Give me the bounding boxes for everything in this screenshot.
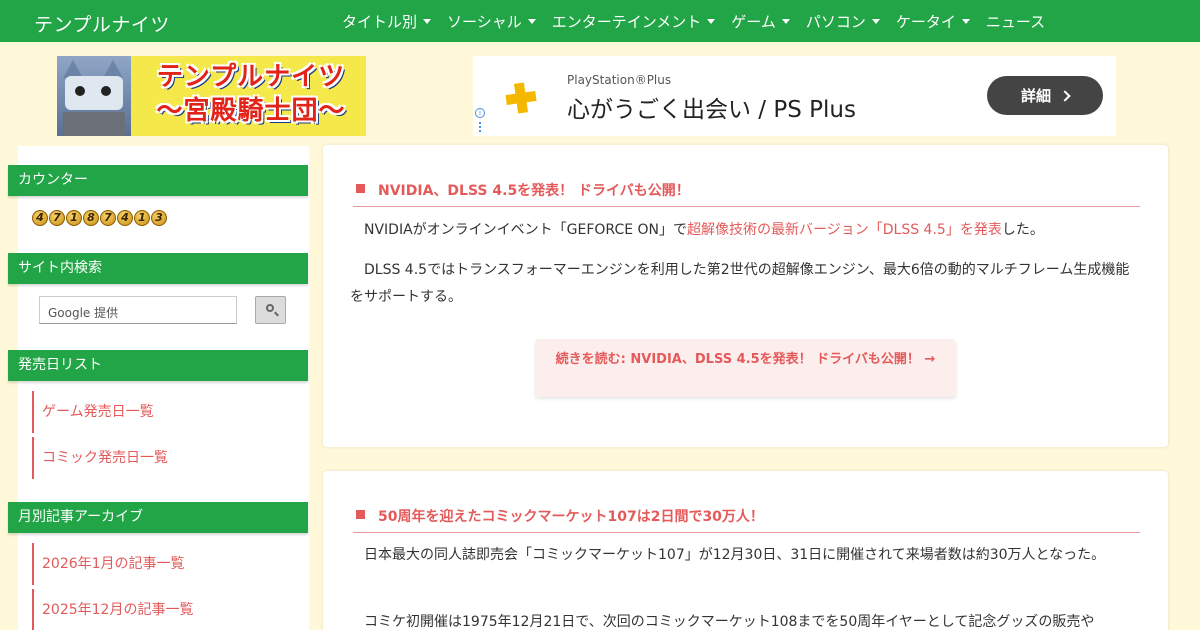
robot-face	[65, 76, 123, 110]
nav-item-entertainment[interactable]: エンターテインメント	[552, 11, 716, 32]
robot-mascot-image	[57, 56, 131, 136]
chevron-down-icon	[527, 19, 536, 24]
chevron-down-icon	[961, 19, 970, 24]
link-game-release[interactable]: ゲーム発売日一覧	[32, 391, 302, 433]
nav-item-game[interactable]: ゲーム	[731, 11, 790, 32]
search-button[interactable]	[255, 296, 286, 324]
ad-info-icon[interactable]: i	[475, 108, 485, 118]
nav-label: ソーシャル	[447, 13, 522, 31]
paragraph-text: NVIDIAがオンラインイベント「GEFORCE ON」で	[364, 222, 688, 238]
chevron-down-icon	[423, 19, 432, 24]
nav-item-social[interactable]: ソーシャル	[447, 11, 536, 32]
ps-plus-icon	[505, 82, 537, 114]
widget-title-archive: 月別記事アーカイブ	[8, 502, 308, 533]
article-heading: 50周年を迎えたコミックマーケット107は2日間で30万人！	[353, 503, 1140, 533]
nav-label: エンターテインメント	[551, 13, 702, 31]
article-link[interactable]: 超解像技術の最新バージョン「DLSS 4.5」を発表	[687, 222, 1002, 238]
sidebar: カウンター 4 7 1 8 7 4 1 3 サイト内検索 Google 提供 発…	[8, 146, 309, 630]
counter-digit: 4	[32, 210, 48, 226]
ad-menu-icon[interactable]	[479, 122, 481, 132]
search-placeholder: Google 提供	[48, 306, 119, 320]
logo-line-1: テンプルナイツ	[156, 62, 346, 92]
nav-label: パソコン	[805, 13, 866, 31]
logo-line-2: 〜宮殿騎士団〜	[156, 96, 346, 126]
main-nav: タイトル別 ソーシャル エンターテインメント ゲーム パソコン ケータイ ニュー…	[342, 11, 1045, 32]
link-comic-release[interactable]: コミック発売日一覧	[32, 437, 302, 479]
counter-digit: 7	[49, 210, 65, 226]
robot-eye	[75, 86, 85, 96]
chevron-right-icon	[1059, 89, 1071, 102]
logo-text: テンプルナイツ 〜宮殿騎士団〜	[139, 60, 363, 128]
search-input[interactable]: Google 提供	[39, 296, 237, 324]
paragraph-text: した。	[1001, 222, 1044, 238]
counter-digit: 3	[151, 210, 167, 226]
ad-title: 心がうごく出会い / PS Plus	[567, 97, 856, 123]
nav-label: ニュース	[985, 13, 1046, 31]
widget-title-release: 発売日リスト	[8, 350, 308, 381]
chevron-down-icon	[871, 19, 880, 24]
nav-label: ゲーム	[731, 13, 776, 31]
counter-digit: 1	[134, 210, 150, 226]
counter-digit: 1	[66, 210, 82, 226]
article-title[interactable]: 50周年を迎えたコミックマーケット107は2日間で30万人！	[378, 506, 764, 526]
article-paragraph: コミケ初開催は1975年12月21日で、次回のコミックマーケット108までを50…	[364, 614, 1095, 630]
article-heading: NVIDIA、DLSS 4.5を発表！ ドライバも公開！	[353, 177, 1140, 207]
link-archive-2026-01[interactable]: 2026年1月の記事一覧	[32, 543, 302, 585]
nav-item-title[interactable]: タイトル別	[342, 11, 432, 32]
counter-digit: 4	[117, 210, 133, 226]
visitor-counter: 4 7 1 8 7 4 1 3	[32, 210, 167, 226]
ad-details-button[interactable]: 詳細	[987, 76, 1103, 115]
search-icon	[266, 304, 274, 312]
nav-item-mobile[interactable]: ケータイ	[896, 11, 970, 32]
article-paragraph: 日本最大の同人誌即売会「コミックマーケット107」が12月30日、31日に開催さ…	[364, 547, 1106, 563]
search-icon-handle	[274, 311, 279, 317]
site-logo-banner[interactable]: テンプルナイツ 〜宮殿騎士団〜	[57, 56, 366, 136]
chevron-down-icon	[781, 19, 790, 24]
bullet-icon	[356, 510, 365, 519]
article-paragraph: DLSS 4.5ではトランスフォーマーエンジンを利用した第2世代の超解像エンジン…	[350, 262, 1130, 305]
nav-label: タイトル別	[342, 13, 418, 31]
read-more-button[interactable]: 続きを読む: NVIDIA、DLSS 4.5を発表！ ドライバも公開！ →	[535, 339, 956, 397]
robot-eye	[101, 86, 111, 96]
top-navbar: テンプルナイツ タイトル別 ソーシャル エンターテインメント ゲーム パソコン …	[0, 0, 1200, 42]
bullet-icon	[356, 184, 365, 193]
ad-subtitle: PlayStation®Plus	[567, 73, 672, 87]
widget-title-search: サイト内検索	[8, 253, 308, 284]
nav-label: ケータイ	[895, 13, 956, 31]
link-archive-2025-12[interactable]: 2025年12月の記事一覧	[32, 589, 302, 630]
article-card: 50周年を迎えたコミックマーケット107は2日間で30万人！ 日本最大の同人誌即…	[323, 471, 1168, 630]
robot-body	[63, 112, 125, 136]
ad-banner[interactable]: i PlayStation®Plus 心がうごく出会い / PS Plus 詳細	[473, 56, 1116, 136]
nav-item-pc[interactable]: パソコン	[806, 11, 880, 32]
article-paragraph: NVIDIAがオンラインイベント「GEFORCE ON」で超解像技術の最新バージ…	[350, 217, 1140, 244]
nav-item-news[interactable]: ニュース	[986, 11, 1045, 32]
article-title[interactable]: NVIDIA、DLSS 4.5を発表！ ドライバも公開！	[378, 180, 690, 200]
widget-title-counter: カウンター	[8, 165, 308, 196]
ad-button-label: 詳細	[1020, 87, 1051, 105]
counter-digit: 8	[83, 210, 99, 226]
article-card: NVIDIA、DLSS 4.5を発表！ ドライバも公開！ NVIDIAがオンライ…	[323, 145, 1168, 447]
chevron-down-icon	[707, 19, 716, 24]
site-brand[interactable]: テンプルナイツ	[34, 10, 170, 37]
counter-digit: 7	[100, 210, 116, 226]
